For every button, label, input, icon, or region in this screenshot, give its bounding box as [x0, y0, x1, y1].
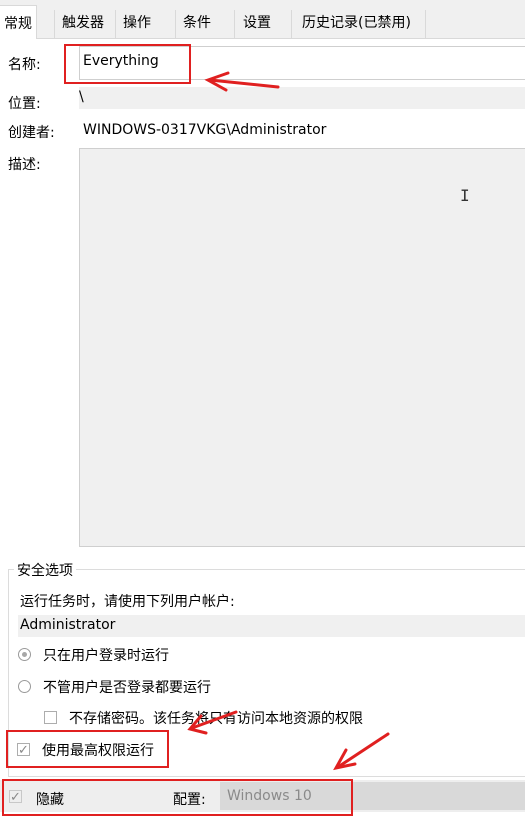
- annotation-arrows: [187, 71, 390, 771]
- annotation-arrow-privileges-icon: [187, 710, 238, 735]
- annotation-arrow-name-icon: [204, 71, 280, 92]
- annotation-arrow-footer-icon: [333, 732, 390, 771]
